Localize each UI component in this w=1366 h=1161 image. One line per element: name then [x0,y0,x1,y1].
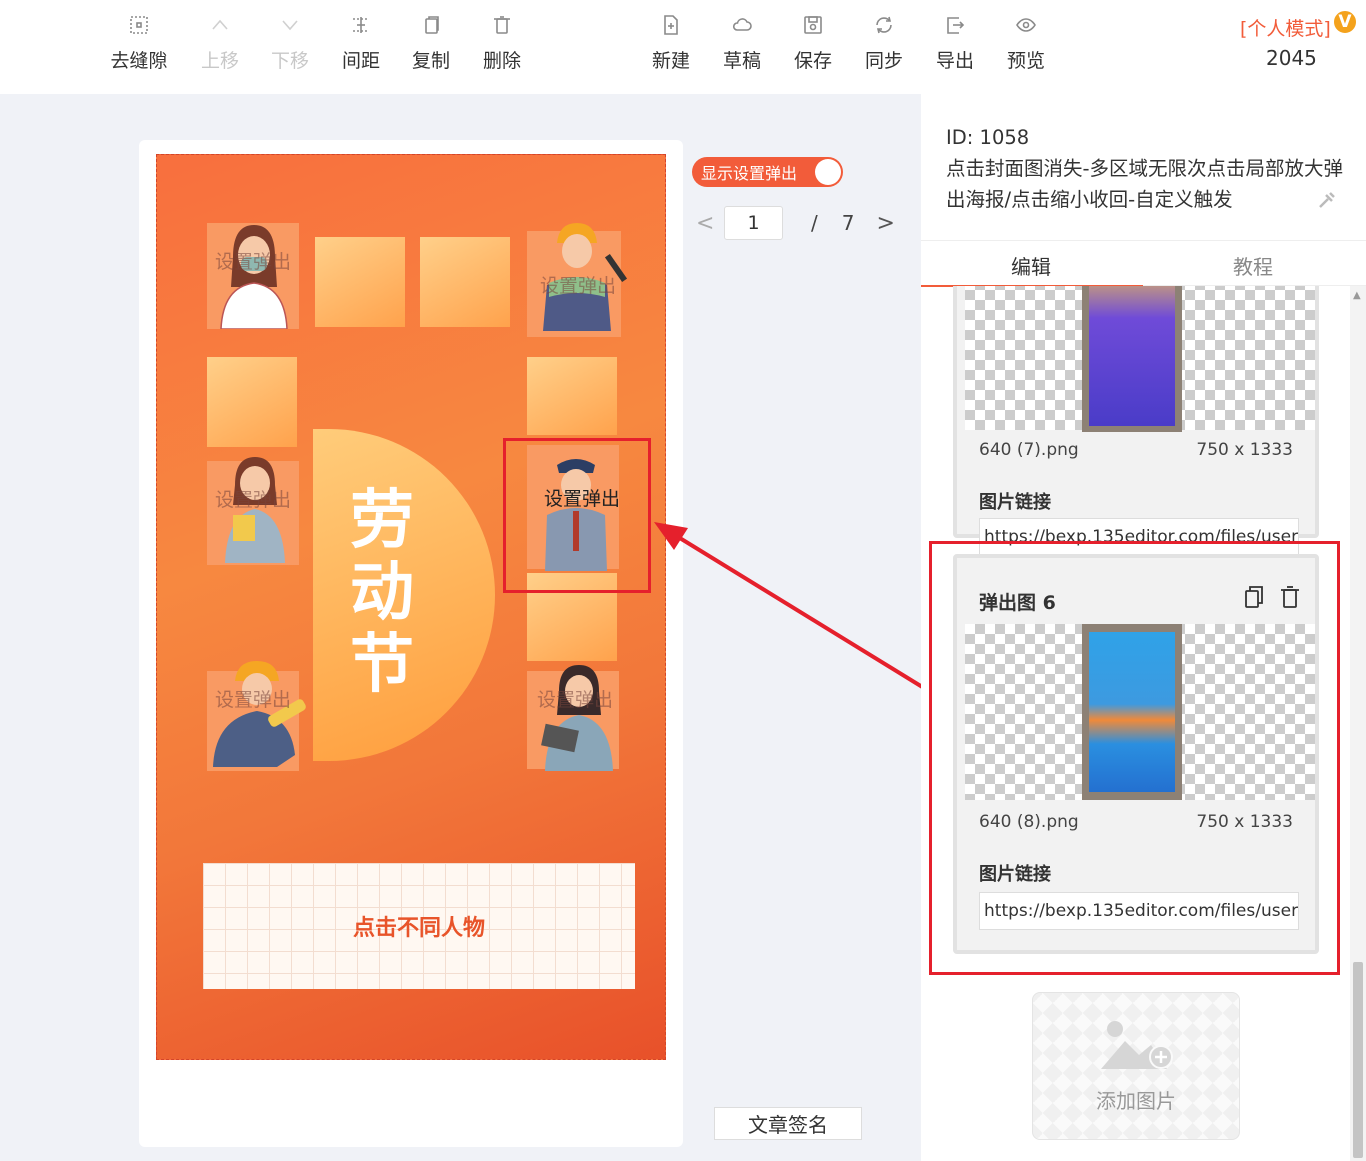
figure-slot-label: 设置弹出 [214,489,291,511]
page-separator: / [811,211,818,235]
figure-slot-label: 设置弹出 [214,251,291,273]
popup-card-highlight [929,541,1340,975]
new-button[interactable]: 新建 [636,14,706,73]
save-icon [804,16,822,34]
copy-icon [425,16,439,34]
image-dimensions: 750 x 1333 [1196,440,1293,460]
current-page-input[interactable]: 1 [724,206,783,240]
scroll-up-icon[interactable]: ▲ [1353,290,1361,301]
poster-preview[interactable]: 设置弹出 设置弹出 设置弹出 劳动节 设置弹出 设置弹出 设置弹出 点击不同人物 [156,154,666,1060]
image-thumbnail[interactable] [1082,286,1182,432]
puzzle-tile [315,237,405,327]
panel-tabs: 编辑 教程 [921,240,1366,287]
next-page-button[interactable]: > [876,211,896,236]
toggle-knob [815,159,841,185]
popup-card: 640 (7).png 750 x 1333 图片链接 https://bexp… [953,286,1319,556]
personal-mode-link[interactable]: [个人模式] [1240,14,1331,41]
new-file-icon [664,15,678,35]
figure-slot-label: 设置弹出 [214,689,291,711]
chevron-up-icon [212,19,228,30]
template-id: ID: 1058 [946,126,1030,149]
scrollbar-thumb[interactable] [1353,962,1363,1158]
template-description: 点击封面图消失-多区域无限次点击局部放大弹出海报/点击缩小收回-自定义触发 [946,157,1344,211]
spacing-button[interactable]: 间距 [326,14,396,73]
puzzle-tile [420,237,510,327]
save-button[interactable]: 保存 [778,14,848,73]
template-info: ID: 1058 点击封面图消失-多区域无限次点击局部放大弹出海报/点击缩小收回… [946,122,1346,215]
move-down-button[interactable]: 下移 [255,14,325,73]
office-worker-figure [541,665,613,771]
instruction-text: 点击不同人物 [352,916,485,941]
trash-icon [494,16,510,34]
remove-gap-button[interactable]: 去缝隙 [104,14,174,73]
score-count: 2045 [1266,46,1317,70]
top-toolbar: 去缝隙 上移 下移 间距 复制 删除 新建 草稿 保存 同步 导出 预览 [个人… [0,0,1366,94]
export-button[interactable]: 导出 [920,14,990,73]
vip-badge-icon[interactable]: V [1332,9,1358,35]
figure-slot-label: 设置弹出 [537,689,614,711]
page-total: 7 [841,211,855,235]
chevron-down-icon [282,20,298,31]
page-pager: < 1 / 7 > [696,206,896,240]
image-link-label: 图片链接 [979,492,1051,513]
add-image-button[interactable]: 添加图片 [1032,992,1240,1140]
annotation-arrow-icon [654,522,926,690]
eye-icon [1016,18,1036,32]
sync-button[interactable]: 同步 [849,14,919,73]
image-filename: 640 (7).png [979,440,1079,460]
preview-button[interactable]: 预览 [991,14,1061,73]
panel-scrollbar[interactable]: ▲ [1350,286,1366,1161]
add-image-label: 添加图片 [1096,1089,1176,1113]
sync-icon [876,16,892,34]
gap-icon [130,16,148,34]
move-up-button[interactable]: 上移 [185,14,255,73]
export-icon [947,17,965,34]
article-signature-button[interactable]: 文章签名 [714,1107,862,1140]
tools-icon[interactable] [1316,189,1338,211]
copy-button[interactable]: 复制 [396,14,466,73]
tab-tutorial[interactable]: 教程 [1233,251,1273,280]
add-image-icon [1101,1021,1173,1069]
tab-edit[interactable]: 编辑 [1011,251,1051,280]
poster-title: 劳动节 [350,484,414,702]
selected-slot-highlight [503,438,651,593]
firefighter-figure [213,661,306,767]
puzzle-tile [207,357,297,447]
instruction-box: 点击不同人物 [203,863,635,989]
figure-slot-label: 设置弹出 [539,275,616,297]
prev-page-button[interactable]: < [696,211,716,236]
show-popup-toggle[interactable]: 显示设置弹出 [692,157,843,187]
puzzle-tile [527,357,617,435]
delete-button[interactable]: 删除 [467,14,537,73]
spacing-icon [353,17,369,33]
cloud-icon [732,18,752,31]
draft-button[interactable]: 草稿 [707,14,777,73]
